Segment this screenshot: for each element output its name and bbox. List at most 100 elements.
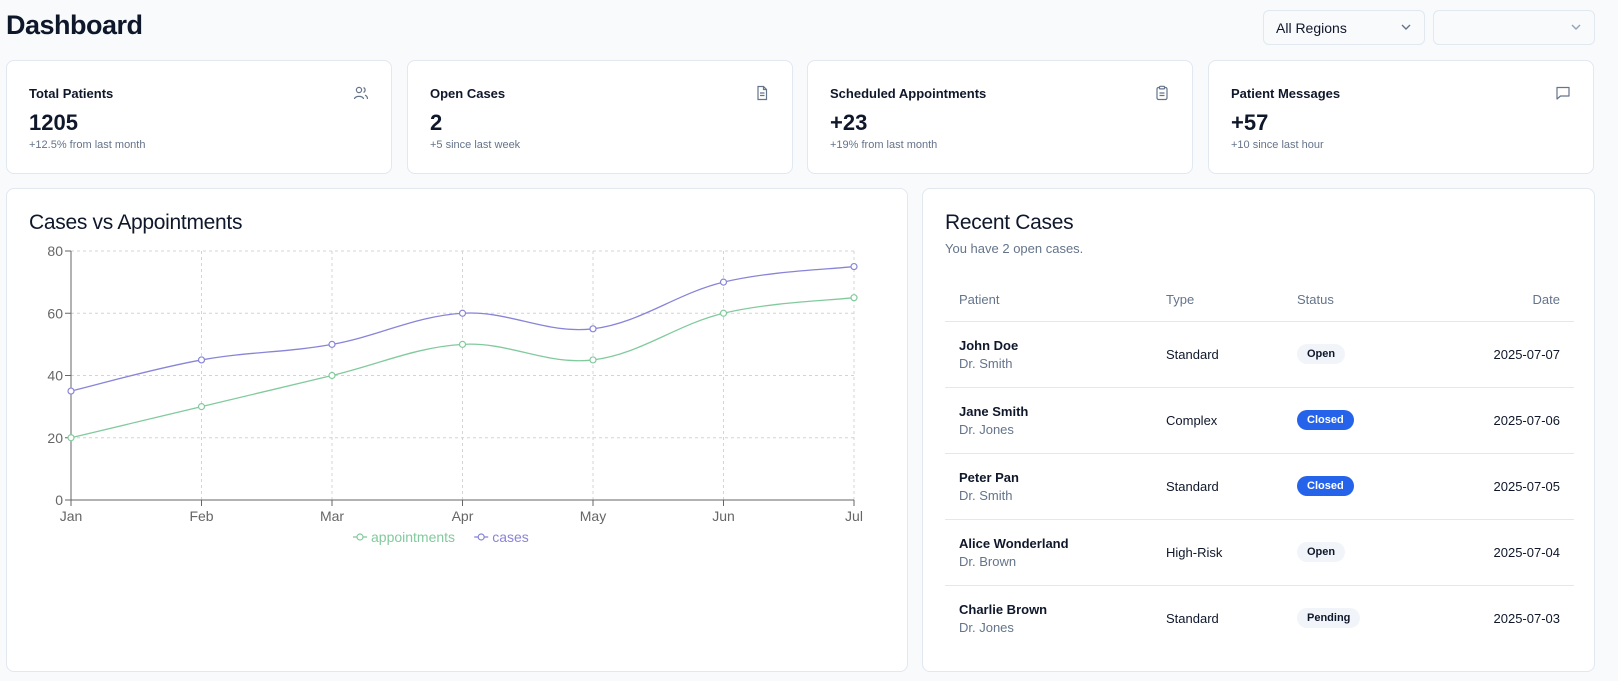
table-row[interactable]: Alice Wonderland Dr. Brown High-Risk Open… [945,519,1574,586]
date-cell: 2025-07-06 [1414,387,1574,454]
chevron-down-icon [1571,24,1581,30]
stat-value: 1205 [29,110,78,135]
y-tick-label: 40 [47,368,63,384]
x-tick-label: Jul [845,508,863,524]
patient-cell: Peter Pan Dr. Smith [945,453,1152,520]
x-tick-label: Jun [712,508,735,524]
type-cell: Standard [1152,453,1283,520]
status-badge: Closed [1297,410,1354,430]
stat-card-total-patients: Total Patients 1205 +12.5% from last mon… [6,60,392,174]
patient-name: John Doe [959,337,1019,353]
status-cell: Closed [1283,453,1414,520]
file-icon [757,85,768,101]
data-point-cases [67,387,75,395]
data-point-appointments [328,371,336,380]
doctor-name: Dr. Smith [959,355,1013,371]
status-badge: Pending [1297,608,1361,629]
stat-value: +23 [830,110,868,135]
column-header-date: Date [1414,279,1574,322]
column-header-status: Status [1283,279,1414,322]
data-point-cases [850,262,858,271]
legend-label-appointments: appointments [371,529,455,545]
recent-cases-title: Recent Cases [945,211,1074,234]
stat-value: 2 [430,110,443,135]
stat-label: Open Cases [430,86,506,101]
table-row[interactable]: Peter Pan Dr. Smith Standard Closed 2025-… [945,453,1574,520]
data-point-cases [197,356,206,364]
stat-card-patient-messages: Patient Messages +57 +10 since last hour [1208,60,1594,174]
doctor-name: Dr. Brown [959,553,1017,569]
status-cell: Open [1283,321,1414,388]
data-point-cases [719,278,728,286]
data-point-appointments [719,309,728,317]
data-point-cases [589,325,597,333]
table-row[interactable]: Jane Smith Dr. Jones Complex Closed 2025-… [945,387,1574,454]
status-cell: Pending [1283,585,1414,651]
y-tick-label: 20 [47,430,63,446]
stat-label: Scheduled Appointments [830,86,987,101]
x-tick-label: Feb [189,508,213,524]
table-row[interactable]: John Doe Dr. Smith Standard Open 2025-07-… [945,321,1574,388]
type-cell: Complex [1152,387,1283,454]
patient-name: Charlie Brown [959,601,1048,617]
stat-label: Total Patients [29,86,114,101]
data-point-cases [328,340,336,348]
type-cell: High-Risk [1152,519,1283,586]
patient-cell: Alice Wonderland Dr. Brown [945,519,1152,586]
patient-name: Jane Smith [959,403,1029,419]
date-cell: 2025-07-04 [1414,519,1574,586]
stat-label: Patient Messages [1231,86,1341,101]
clipboard-icon [1156,85,1168,101]
legend-marker-point-appointments [356,533,364,541]
x-tick-label: Mar [320,508,344,524]
patient-cell: John Doe Dr. Smith [945,321,1152,388]
status-badge: Closed [1297,476,1354,496]
data-point-appointments [67,434,75,442]
patient-name: Peter Pan [959,469,1019,485]
recent-cases-subtitle: You have 2 open cases. [945,241,1084,256]
data-point-appointments [589,356,597,364]
stat-value: +57 [1231,110,1269,135]
date-cell: 2025-07-03 [1493,610,1561,626]
column-header-type: Type [1152,279,1283,322]
doctor-name: Dr. Jones [959,421,1014,437]
status-cell: Open [1283,519,1414,586]
patient-cell: Jane Smith Dr. Jones [945,387,1152,454]
users-icon [353,86,369,100]
data-point-appointments [197,403,206,411]
type-cell: Standard [1152,321,1283,388]
stat-card-scheduled-appointments: Scheduled Appointments +23 +19% from las… [807,60,1193,174]
stat-change: +10 since last hour [1231,139,1324,151]
recent-cases-table: Patient Type Status Date John Doe Dr. Smi… [945,279,1574,651]
y-tick-label: 60 [47,305,63,321]
patient-name: Alice Wonderland [959,535,1069,551]
y-tick-label: 80 [47,243,63,259]
stat-change: +19% from last month [830,139,938,151]
stat-change: +12.5% from last month [29,139,146,151]
x-tick-label: Apr [452,508,474,524]
date-cell: 2025-07-07 [1414,321,1574,388]
data-point-cases [458,309,467,317]
date-cell: 2025-07-05 [1414,453,1574,520]
message-icon [1556,86,1570,100]
y-tick-label: 0 [55,492,63,508]
table-row[interactable]: Charlie Brown Dr. Jones Standard Pending … [945,585,1574,651]
doctor-name: Dr. Jones [959,619,1014,635]
filter-select[interactable] [1433,10,1595,45]
legend-label-cases: cases [492,529,529,545]
region-select[interactable]: All Regions [1263,10,1425,45]
chart-card: Cases vs Appointments 0 20 40 60 80 Jan Feb Mar… [6,188,908,672]
x-tick-label: Jan [60,508,83,524]
stat-change: +5 since last week [430,139,521,151]
status-badge: Open [1297,344,1346,364]
stat-card-open-cases: Open Cases 2 +5 since last week [407,60,793,174]
doctor-name: Dr. Smith [959,487,1013,503]
cases-vs-appointments-chart: 0 20 40 60 80 Jan Feb Mar Apr May Jun Jul appointmen… [47,243,863,545]
x-tick-label: May [580,508,606,524]
legend-marker-point-cases [477,533,485,541]
recent-cases-card: Recent Cases You have 2 open cases. Pati… [922,188,1595,672]
page-title: Dashboard [6,10,143,40]
table-header-row: Patient Type Status Date [945,279,1574,322]
column-header-patient: Patient [945,279,1152,322]
region-select-value: All Regions [1276,19,1347,36]
